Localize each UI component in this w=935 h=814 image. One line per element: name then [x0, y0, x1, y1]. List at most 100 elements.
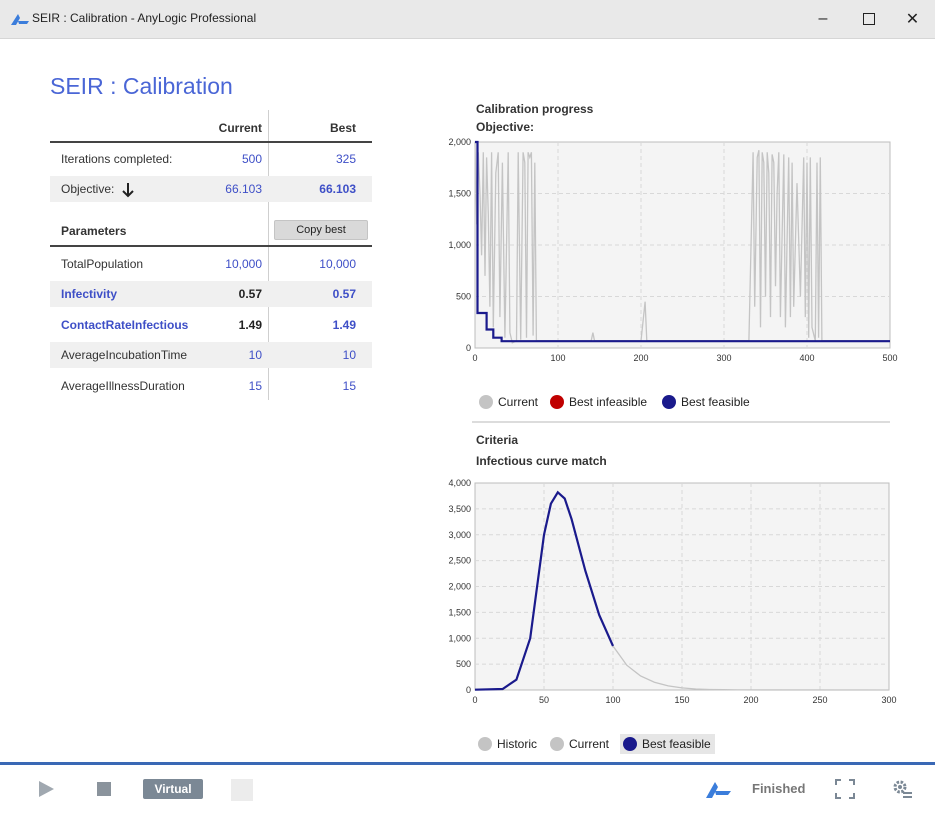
legend-label: Best feasible: [642, 737, 711, 751]
x-tick-label: 0: [472, 353, 477, 363]
arrow-down-icon: [121, 182, 134, 198]
param-name: ContactRateInfectious: [61, 318, 189, 332]
criteria-chart-title: Infectious curve match: [476, 454, 607, 468]
x-tick-label: 300: [716, 353, 731, 363]
stop-icon: [97, 782, 111, 796]
table-row: AverageIncubationTime 10 10: [50, 342, 372, 368]
fullscreen-button[interactable]: [835, 779, 855, 799]
param-name: TotalPopulation: [61, 257, 144, 271]
y-tick-label: 2,000: [448, 582, 471, 592]
header-current: Current: [218, 121, 262, 135]
objective-best: 66.103: [319, 182, 356, 196]
anylogic-logo-icon: [11, 14, 29, 25]
legend-label: Current: [498, 395, 539, 409]
param-best: 15: [342, 379, 356, 393]
x-tick-label: 50: [539, 695, 549, 705]
play-icon: [39, 781, 54, 797]
legend-best-feasible[interactable]: Best feasible: [620, 734, 715, 754]
close-icon: ✕: [905, 11, 920, 28]
maximize-button[interactable]: [846, 0, 892, 38]
objective-row: Objective: 66.103 66.103: [50, 176, 372, 202]
param-current: 10,000: [225, 257, 262, 271]
table-header-row: Current Best: [50, 115, 372, 141]
objective-chart: 0 100 200 300 400 500 0 500 1,000 1,500 2,000: [448, 137, 897, 363]
section-divider: [472, 421, 890, 423]
param-current: 10: [248, 348, 262, 362]
speed-slider[interactable]: [231, 779, 253, 801]
x-tick-label: 100: [550, 353, 565, 363]
parameters-divider: [50, 245, 372, 247]
legend-historic-swatch: [478, 737, 492, 751]
header-divider: [50, 141, 372, 143]
minimize-icon: –: [818, 10, 828, 27]
close-button[interactable]: ✕: [890, 0, 935, 38]
header-best: Best: [329, 121, 356, 135]
progress-chart-title: Objective:: [476, 120, 535, 134]
table-row: ContactRateInfectious 1.49 1.49: [50, 312, 372, 338]
progress-section-title: Calibration progress: [476, 102, 594, 116]
anylogic-logo-icon: [706, 782, 731, 798]
x-tick-label: 200: [743, 695, 758, 705]
x-tick-label: 100: [605, 695, 620, 705]
legend-current[interactable]: Current: [479, 393, 538, 411]
x-tick-label: 400: [799, 353, 814, 363]
y-tick-label: 0: [466, 685, 471, 695]
legend-current-swatch: [550, 737, 564, 751]
fullscreen-icon: [835, 779, 855, 799]
iterations-current: 500: [241, 152, 262, 166]
legend-best-infeasible-swatch: [550, 395, 564, 409]
legend-label: Best infeasible: [569, 395, 648, 409]
param-current: 1.49: [238, 318, 262, 332]
y-tick-label: 3,000: [448, 530, 471, 540]
y-tick-label: 2,000: [448, 137, 471, 147]
objective-current: 66.103: [225, 182, 262, 196]
legend-label: Historic: [497, 737, 538, 751]
legend-current[interactable]: Current: [550, 735, 609, 753]
copy-best-button[interactable]: Copy best: [274, 220, 368, 240]
y-tick-label: 500: [456, 292, 471, 302]
virtual-mode-button[interactable]: Virtual: [143, 779, 203, 799]
gear-icon: [893, 780, 912, 798]
x-tick-label: 0: [472, 695, 477, 705]
param-name: AverageIncubationTime: [61, 348, 188, 362]
run-button[interactable]: [37, 780, 55, 798]
objective-label: Objective:: [61, 176, 134, 202]
y-tick-label: 4,000: [448, 478, 471, 488]
param-current: 0.57: [238, 287, 262, 301]
objective-label-text: Objective:: [61, 182, 115, 196]
legend-best-feasible[interactable]: Best feasible: [662, 393, 750, 411]
minimize-button[interactable]: –: [800, 0, 846, 38]
param-name: Infectivity: [61, 287, 118, 301]
y-tick-label: 1,500: [448, 189, 471, 199]
legend-current-swatch: [479, 395, 493, 409]
table-row: Infectivity 0.57 0.57: [50, 281, 372, 307]
settings-button[interactable]: [891, 778, 913, 800]
x-tick-label: 200: [633, 353, 648, 363]
table-row: AverageIllnessDuration 15 15: [50, 373, 372, 399]
infectious-curve-chart: 0 50 100 150 200 250 300 0 500 1,000 1,500 2,000 2,5…: [448, 478, 896, 705]
legend-best-feasible-swatch: [662, 395, 676, 409]
y-tick-label: 0: [466, 343, 471, 353]
iterations-label: Iterations completed:: [61, 152, 173, 166]
x-tick-label: 150: [674, 695, 689, 705]
y-tick-label: 2,500: [448, 556, 471, 566]
legend-best-feasible-swatch: [623, 737, 637, 751]
y-tick-label: 3,500: [448, 504, 471, 514]
x-tick-label: 500: [882, 353, 897, 363]
y-tick-label: 500: [456, 659, 471, 669]
stop-button[interactable]: [97, 782, 111, 796]
legend-historic[interactable]: Historic: [478, 735, 537, 753]
y-tick-label: 1,000: [448, 633, 471, 643]
param-current: 15: [248, 379, 262, 393]
legend-best-infeasible[interactable]: Best infeasible: [550, 393, 647, 411]
x-tick-label: 300: [881, 695, 896, 705]
table-row: TotalPopulation 10,000 10,000: [50, 251, 372, 277]
iterations-row: Iterations completed: 500 325: [50, 146, 372, 172]
window-title: SEIR : Calibration - AnyLogic Profession…: [32, 11, 257, 25]
page-title: SEIR : Calibration: [50, 73, 233, 99]
iterations-best: 325: [335, 152, 356, 166]
status-text: Finished: [752, 781, 806, 796]
param-best: 0.57: [332, 287, 356, 301]
param-name: AverageIllnessDuration: [61, 379, 185, 393]
param-best: 10: [342, 348, 356, 362]
